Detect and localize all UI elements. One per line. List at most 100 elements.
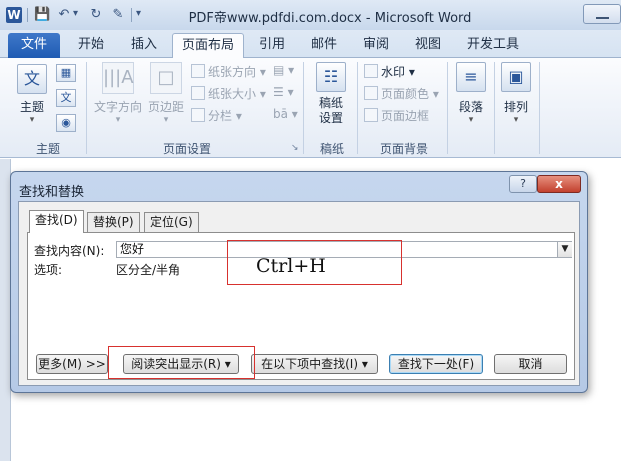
theme-fonts-icon[interactable]: 文 bbox=[56, 89, 76, 107]
tab-view[interactable]: 视图 bbox=[406, 33, 450, 58]
find-next-button[interactable]: 查找下一处(F) bbox=[389, 354, 483, 374]
tab-insert[interactable]: 插入 bbox=[121, 33, 167, 58]
dialog-title: 查找和替换 bbox=[19, 185, 85, 200]
minimize-button[interactable] bbox=[583, 4, 621, 24]
margins-icon: □ bbox=[150, 62, 182, 94]
group-separator bbox=[539, 62, 540, 154]
find-history-dropdown-icon[interactable]: ▼ bbox=[557, 242, 572, 257]
paragraph-icon: ≡ bbox=[456, 62, 486, 92]
chevron-down-icon: ▾ bbox=[163, 115, 169, 125]
group-separator bbox=[447, 62, 448, 154]
cancel-button[interactable]: 取消 bbox=[494, 354, 567, 374]
redo-icon[interactable]: ↻ bbox=[88, 7, 104, 23]
tab-home[interactable]: 开始 bbox=[68, 33, 114, 58]
text-direction-icon: |||A bbox=[102, 62, 134, 94]
group-separator bbox=[494, 62, 495, 154]
ribbon-tab-strip: 文件 开始 插入 页面布局 引用 邮件 审阅 视图 开发工具 bbox=[0, 30, 621, 59]
find-in-label: 在以下项中查找(I) bbox=[261, 357, 359, 371]
columns-button[interactable]: 分栏 ▾ bbox=[191, 107, 242, 124]
watermark-icon bbox=[364, 64, 378, 78]
dialog-body: 查找(D) 替换(P) 定位(G) 查找内容(N): 您好 ▼ 选项: 区分全/… bbox=[18, 201, 580, 386]
size-label: 纸张大小 bbox=[208, 87, 257, 101]
page-color-icon bbox=[364, 86, 378, 100]
line-numbers-button[interactable]: ☰ ▾ bbox=[273, 85, 294, 99]
themes-icon: 文 bbox=[17, 64, 47, 94]
arrange-label: 排列 bbox=[503, 100, 528, 114]
window-title: PDF帝www.pdfdi.com.docx - Microsoft Word bbox=[188, 11, 472, 26]
dialog-launcher-icon[interactable]: ↘ bbox=[291, 143, 299, 153]
close-button[interactable]: x bbox=[537, 175, 581, 193]
manuscript-settings-button[interactable]: ☷ 稿纸 设置 bbox=[310, 62, 352, 126]
tab-developer[interactable]: 开发工具 bbox=[458, 33, 528, 58]
find-what-value: 您好 bbox=[120, 242, 145, 256]
group-separator bbox=[303, 62, 304, 154]
columns-icon bbox=[191, 108, 205, 122]
margins-button[interactable]: □ 页边距 ▾ bbox=[146, 62, 186, 125]
tab-goto[interactable]: 定位(G) bbox=[144, 212, 199, 232]
arrange-button[interactable]: ▣ 排列 ▾ bbox=[498, 62, 534, 125]
group-label-theme: 主题 bbox=[35, 142, 60, 156]
tab-find[interactable]: 查找(D) bbox=[29, 210, 84, 233]
customize-dropdown-icon[interactable]: ▾ bbox=[136, 8, 141, 19]
tab-replace[interactable]: 替换(P) bbox=[87, 212, 140, 232]
chevron-down-icon: ▾ bbox=[361, 357, 368, 371]
chevron-down-icon: ▾ bbox=[513, 115, 519, 125]
chevron-down-icon: ▾ bbox=[29, 115, 35, 125]
watermark-label: 水印 bbox=[381, 65, 406, 79]
save-icon[interactable]: 💾 bbox=[34, 7, 50, 23]
themes-button[interactable]: 文 主题 ▾ bbox=[14, 64, 50, 125]
undo-dropdown-icon[interactable]: ▾ bbox=[73, 8, 78, 19]
undo-icon[interactable]: ↶ bbox=[56, 7, 72, 23]
group-label-page-background: 页面背景 bbox=[379, 142, 428, 156]
manuscript-label-1: 稿纸 bbox=[318, 96, 343, 110]
columns-label: 分栏 bbox=[208, 109, 233, 123]
size-icon bbox=[191, 86, 205, 100]
margins-label: 页边距 bbox=[147, 100, 184, 114]
tab-mailings[interactable]: 邮件 bbox=[302, 33, 346, 58]
tab-references[interactable]: 引用 bbox=[250, 33, 294, 58]
paragraph-label: 段落 bbox=[458, 100, 483, 114]
breaks-button[interactable]: ▤ ▾ bbox=[273, 63, 294, 77]
tab-file[interactable]: 文件 bbox=[8, 33, 60, 58]
page-color-label: 页面颜色 bbox=[381, 87, 430, 101]
word-app-icon[interactable]: W bbox=[6, 7, 22, 23]
more-button[interactable]: 更多(M) >> bbox=[36, 354, 108, 374]
qat-separator bbox=[131, 8, 132, 22]
shortcut-annotation-text: Ctrl+H bbox=[256, 255, 326, 277]
watermark-button[interactable]: 水印 ▾ bbox=[364, 63, 415, 80]
group-label-page-setup: 页面设置 bbox=[162, 142, 211, 156]
format-painter-icon[interactable]: ✎ bbox=[110, 7, 126, 23]
ribbon: 文 主题 ▾ ▦ 文 ◉ 主题 |||A 文字方向 ▾ □ 页边距 ▾ 纸张方向… bbox=[0, 58, 621, 158]
orientation-button[interactable]: 纸张方向 ▾ bbox=[191, 63, 266, 80]
size-button[interactable]: 纸张大小 ▾ bbox=[191, 85, 266, 102]
chevron-down-icon: ▾ bbox=[115, 115, 121, 125]
options-label: 选项: bbox=[34, 263, 63, 277]
qat-separator bbox=[27, 8, 28, 22]
group-separator bbox=[357, 62, 358, 154]
help-button[interactable]: ? bbox=[509, 175, 537, 193]
theme-effects-icon[interactable]: ◉ bbox=[56, 114, 76, 132]
paragraph-button[interactable]: ≡ 段落 ▾ bbox=[453, 62, 489, 125]
chevron-down-icon: ▾ bbox=[468, 115, 474, 125]
arrange-icon: ▣ bbox=[501, 62, 531, 92]
text-direction-button[interactable]: |||A 文字方向 ▾ bbox=[92, 62, 144, 125]
manuscript-icon: ☷ bbox=[316, 62, 346, 92]
themes-button-label: 主题 bbox=[19, 100, 44, 114]
group-label-manuscript: 稿纸 bbox=[319, 142, 344, 156]
tab-page-layout[interactable]: 页面布局 bbox=[172, 33, 244, 59]
hyphenation-button[interactable]: bā ▾ bbox=[273, 107, 298, 121]
minimize-icon bbox=[596, 17, 609, 19]
text-direction-label: 文字方向 bbox=[93, 100, 142, 114]
group-separator bbox=[86, 62, 87, 154]
page-borders-button[interactable]: 页面边框 bbox=[364, 107, 429, 124]
title-bar: W 💾 ↶ ▾ ↻ ✎ ▾ PDF帝www.pdfdi.com.docx - M… bbox=[0, 0, 621, 30]
orientation-label: 纸张方向 bbox=[208, 65, 257, 79]
orientation-icon bbox=[191, 64, 205, 78]
theme-colors-icon[interactable]: ▦ bbox=[56, 64, 76, 82]
highlight-button-annotation-box bbox=[108, 346, 255, 379]
find-in-button[interactable]: 在以下项中查找(I) ▾ bbox=[251, 354, 378, 374]
options-value: 区分全/半角 bbox=[116, 263, 181, 277]
find-what-label: 查找内容(N): bbox=[34, 244, 105, 258]
page-color-button[interactable]: 页面颜色 ▾ bbox=[364, 85, 439, 102]
tab-review[interactable]: 审阅 bbox=[354, 33, 398, 58]
